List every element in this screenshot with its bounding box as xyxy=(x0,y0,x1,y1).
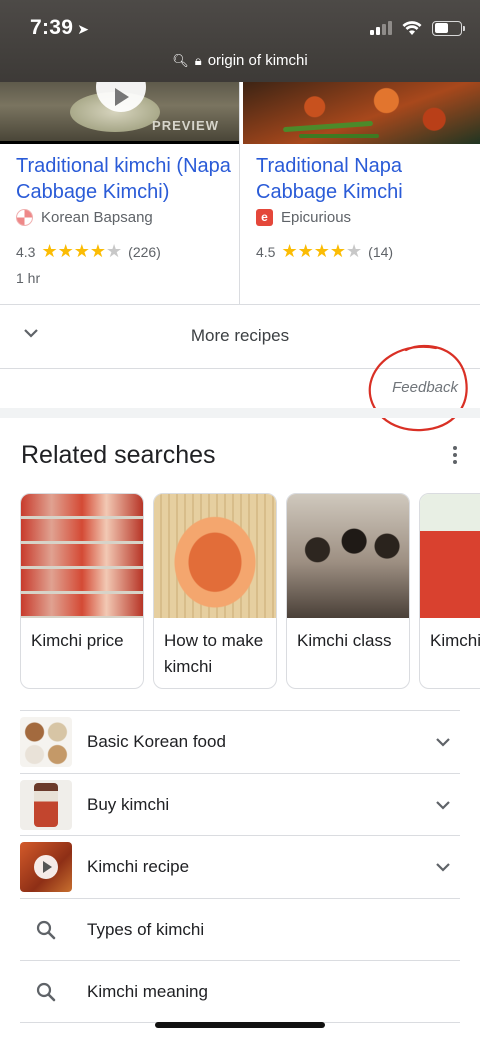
chip-image xyxy=(420,494,480,618)
rating-value: 4.3 xyxy=(16,243,36,260)
status-icons xyxy=(370,20,465,36)
red-circle-annotation xyxy=(368,344,468,432)
related-chip[interactable]: Kimchi class xyxy=(286,493,410,689)
recipe-carousel: PREVIEW Traditional kimchi (Napa Cabbage… xyxy=(0,82,480,304)
address-bar[interactable]: 🔍︎ 🔒︎ origin of kimchi xyxy=(0,52,480,69)
star-rating-icon: ★★★★★ xyxy=(281,241,363,261)
list-thumbnail xyxy=(20,717,72,767)
recipe-title[interactable]: Traditional kimchi (Napa Cabbage Kimchi) xyxy=(16,153,238,205)
review-count: (14) xyxy=(368,243,394,260)
list-item[interactable]: Types of kimchi xyxy=(20,897,460,961)
related-chip[interactable]: Kimchi price xyxy=(20,493,144,689)
related-chip[interactable]: How to make kimchi xyxy=(153,493,277,689)
recipe-thumbnail[interactable] xyxy=(243,82,480,144)
wifi-icon xyxy=(402,21,422,35)
battery-icon xyxy=(432,20,465,36)
play-icon xyxy=(34,855,58,879)
list-item[interactable]: Basic Korean food xyxy=(20,710,460,773)
chip-label: How to make kimchi xyxy=(164,631,264,676)
chip-label: Kimchi price xyxy=(31,631,124,650)
korean-bapsang-logo-icon xyxy=(16,209,33,226)
recipe-source: Korean Bapsang xyxy=(16,209,153,226)
chip-image xyxy=(154,494,276,618)
search-icon: 🔍︎ xyxy=(172,53,189,68)
list-item[interactable]: Buy kimchi xyxy=(20,772,460,836)
recipe-title[interactable]: Traditional Napa Cabbage Kimchi xyxy=(256,153,478,205)
rating-value: 4.5 xyxy=(256,243,276,260)
recipe-thumbnail[interactable]: PREVIEW xyxy=(0,82,239,144)
section-separator xyxy=(0,408,480,418)
chip-image xyxy=(21,494,143,618)
lock-icon: 🔒︎ xyxy=(194,53,202,68)
status-time: 7:39 ➤ xyxy=(30,16,90,39)
star-rating-icon: ★★★★★ xyxy=(41,241,123,261)
chevron-down-icon[interactable] xyxy=(434,858,452,876)
chevron-down-icon[interactable] xyxy=(434,796,452,814)
recipe-source: e Epicurious xyxy=(256,209,351,226)
list-item[interactable]: Kimchi meaning xyxy=(20,960,460,1023)
list-thumbnail xyxy=(20,842,72,892)
chip-label: Kimchi class xyxy=(297,631,392,650)
more-options-icon[interactable] xyxy=(452,446,458,466)
search-icon xyxy=(36,982,56,1002)
chevron-down-icon[interactable] xyxy=(434,733,452,751)
list-item[interactable]: Kimchi recipe xyxy=(20,835,460,898)
recipe-card[interactable]: Traditional Napa Cabbage Kimchi e Epicur… xyxy=(241,82,480,304)
url-text: origin of kimchi xyxy=(207,52,308,69)
home-indicator[interactable] xyxy=(155,1022,325,1028)
recipe-card[interactable]: PREVIEW Traditional kimchi (Napa Cabbage… xyxy=(0,82,240,304)
related-chip[interactable]: Kimchi AEON xyxy=(419,493,480,689)
review-count: (226) xyxy=(128,243,161,260)
related-chips-carousel: Kimchi price How to make kimchi Kimchi c… xyxy=(20,493,480,689)
list-thumbnail xyxy=(20,779,72,830)
epicurious-logo-icon: e xyxy=(256,209,273,226)
chip-label: Kimchi AEON xyxy=(430,631,480,650)
recipe-rating: 4.5 ★★★★★ (14) xyxy=(256,241,393,262)
related-searches-title: Related searches xyxy=(21,441,216,469)
cook-time: 1 hr xyxy=(16,270,41,286)
search-icon xyxy=(36,920,56,939)
cellular-signal-icon xyxy=(370,21,392,35)
preview-label: PREVIEW xyxy=(152,118,219,133)
recipe-rating: 4.3 ★★★★★ (226) xyxy=(16,241,161,262)
browser-top-bar: 7:39 ➤ 🔍︎ 🔒︎ origin of kimchi xyxy=(0,0,480,82)
location-arrow-icon: ➤ xyxy=(77,21,90,37)
chip-image xyxy=(287,494,409,618)
related-searches-list: Basic Korean food Buy kimchi Kimchi reci… xyxy=(20,710,460,1023)
